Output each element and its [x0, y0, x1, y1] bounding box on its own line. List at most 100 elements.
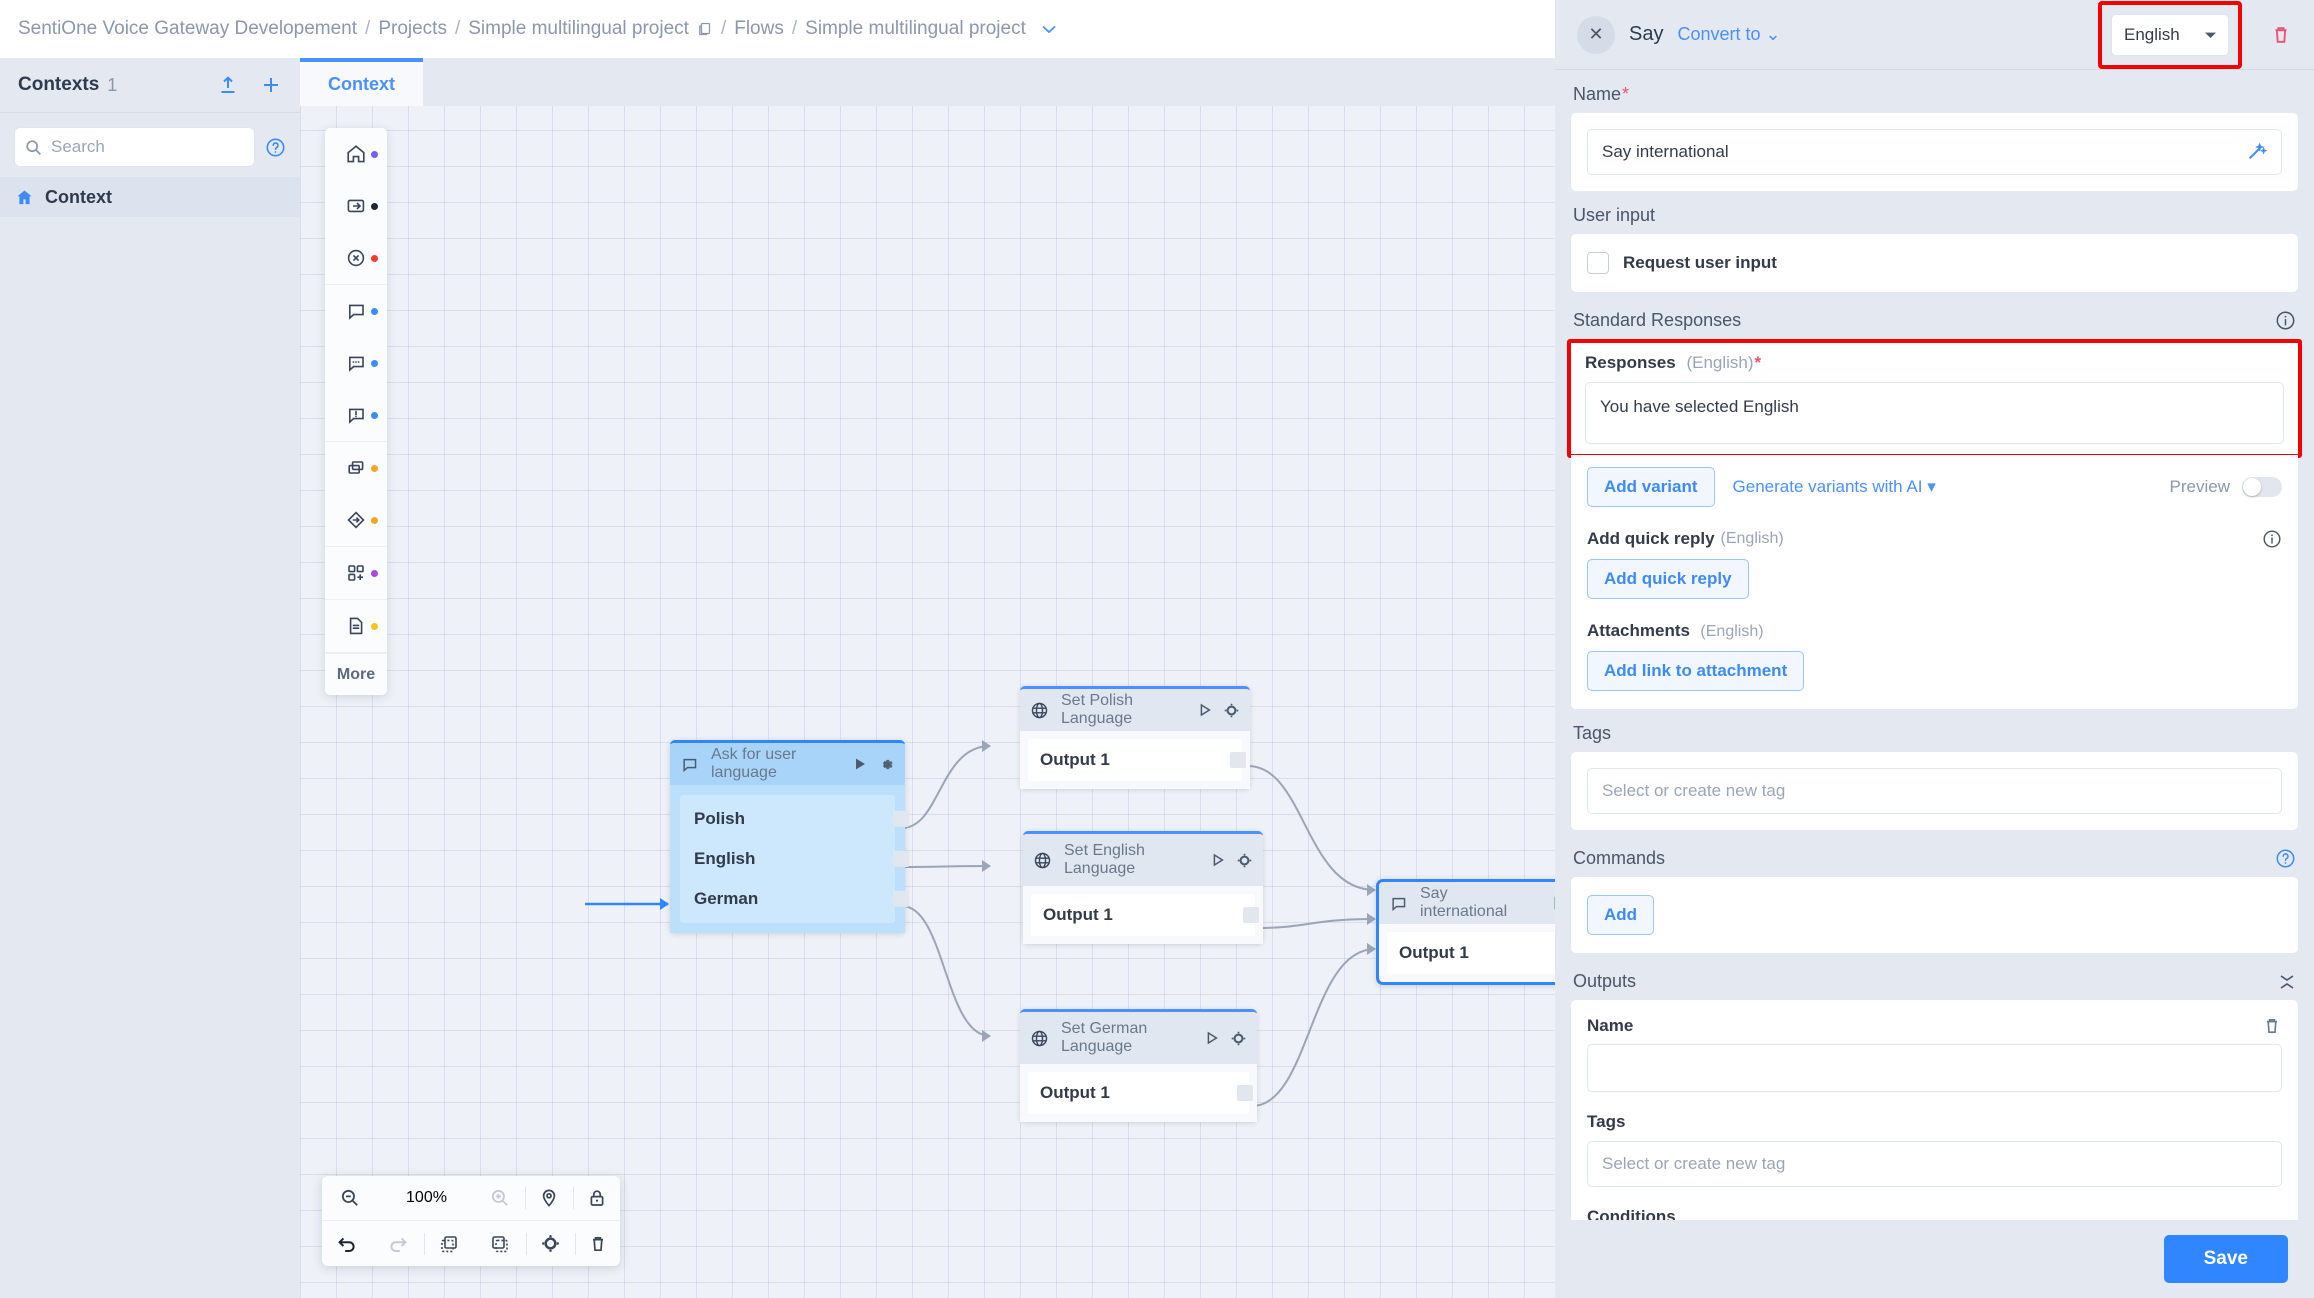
info-icon[interactable]: [2262, 529, 2282, 549]
save-button[interactable]: Save: [2163, 1235, 2288, 1283]
marquee-select-icon[interactable]: [473, 1233, 526, 1255]
info-icon[interactable]: [2275, 310, 2296, 331]
output-port[interactable]: [893, 811, 909, 827]
redo-icon[interactable]: [373, 1233, 424, 1255]
user-input-label: User input: [1573, 205, 1656, 225]
play-icon[interactable]: [1204, 1030, 1220, 1046]
flow-node-title: Say international: [1420, 884, 1508, 920]
palette-item-end[interactable]: [325, 232, 387, 284]
palette-item-module-plus[interactable]: [325, 547, 387, 599]
tags-input[interactable]: Select or create new tag: [1587, 768, 2282, 814]
output-name-input[interactable]: [1587, 1044, 2282, 1092]
flow-output-row[interactable]: German: [680, 879, 909, 919]
name-field[interactable]: Say international: [1587, 129, 2282, 175]
palette-item-document[interactable]: [325, 600, 387, 652]
flow-node-ask[interactable]: Ask for user language Polish English Ger…: [670, 740, 909, 933]
sidebar-item-context[interactable]: Context: [0, 177, 300, 217]
palette-item-home[interactable]: [325, 128, 387, 180]
output-port[interactable]: [1237, 1085, 1253, 1101]
flow-canvas[interactable]: Context More Ask for user language Polis…: [300, 58, 1555, 1298]
zoom-out-icon[interactable]: [322, 1188, 378, 1208]
palette-item-entry[interactable]: [325, 180, 387, 232]
output-tags-input[interactable]: Select or create new tag: [1587, 1141, 2282, 1187]
add-quick-reply-button[interactable]: Add quick reply: [1587, 559, 1749, 599]
canvas-area[interactable]: More Ask for user language Polish Englis…: [300, 106, 1555, 1298]
delete-node-icon[interactable]: [2270, 24, 2292, 46]
preview-toggle-knob: [2243, 478, 2261, 496]
responses-label: Responses: [1585, 353, 1676, 372]
add-link-attachment-button[interactable]: Add link to attachment: [1587, 651, 1805, 691]
gear-icon[interactable]: [878, 756, 895, 773]
zoom-in-icon[interactable]: [475, 1188, 525, 1208]
gear-icon[interactable]: [1223, 702, 1240, 719]
response-textarea[interactable]: You have selected English: [1585, 382, 2284, 444]
search-input[interactable]: [51, 137, 244, 157]
palette-item-message-alert[interactable]: [325, 389, 387, 441]
trash-icon[interactable]: [576, 1234, 620, 1254]
chevron-down-icon: [2205, 31, 2216, 39]
flow-output-row[interactable]: Polish: [680, 799, 909, 839]
chevron-collapse-icon[interactable]: [2278, 972, 2296, 992]
flow-node-say-international[interactable]: Say international Output 1: [1376, 879, 1555, 985]
flow-node-set-english[interactable]: Set English Language Output 1: [1023, 831, 1263, 944]
add-command-button[interactable]: Add: [1587, 895, 1655, 935]
flow-output-row[interactable]: English: [680, 839, 909, 879]
gear-icon[interactable]: [1230, 1030, 1247, 1047]
flow-output-row[interactable]: Output 1: [1031, 894, 1259, 936]
palette-item-diamond-arrow[interactable]: [325, 494, 387, 546]
breadcrumb-item-0[interactable]: SentiOne Voice Gateway Developement: [18, 18, 357, 40]
add-context-icon[interactable]: [260, 74, 282, 96]
palette-item-copy-stack[interactable]: [325, 442, 387, 494]
help-icon[interactable]: [265, 137, 286, 158]
play-icon[interactable]: [1210, 852, 1226, 868]
play-icon[interactable]: [852, 756, 868, 772]
language-select[interactable]: English: [2111, 13, 2229, 56]
lock-icon[interactable]: [574, 1188, 620, 1208]
add-variant-button[interactable]: Add variant: [1587, 467, 1715, 507]
flow-output-row[interactable]: Output 1: [1028, 1072, 1253, 1114]
flow-node-set-german[interactable]: Set German Language Output 1: [1020, 1009, 1257, 1122]
convert-to-label: Convert to: [1677, 24, 1761, 44]
tab-context[interactable]: Context: [300, 58, 423, 106]
canvas-toolbar[interactable]: 100%: [322, 1176, 620, 1266]
palette-dot: [371, 203, 378, 210]
breadcrumb-item-2[interactable]: Simple multilingual project: [468, 18, 689, 40]
upload-icon[interactable]: [218, 75, 238, 95]
preview-toggle[interactable]: [2242, 477, 2282, 497]
palette-item-message-dots[interactable]: [325, 337, 387, 389]
gear-icon[interactable]: [1236, 852, 1253, 869]
generate-variants-ai-button[interactable]: Generate variants with AI ▾: [1733, 477, 1936, 497]
request-user-input-checkbox[interactable]: [1587, 252, 1609, 274]
output-port[interactable]: [893, 851, 909, 867]
palette-group-flow: [325, 128, 387, 285]
chevron-down-icon[interactable]: [1040, 23, 1058, 35]
palette-item-message[interactable]: [325, 285, 387, 337]
request-user-input-row[interactable]: Request user input: [1587, 252, 2282, 274]
convert-to-button[interactable]: Convert to ⌄: [1677, 24, 1780, 45]
magic-wand-icon[interactable]: [2245, 141, 2267, 163]
help-icon[interactable]: [2275, 848, 2296, 869]
copy-icon[interactable]: [697, 21, 713, 37]
undo-icon[interactable]: [322, 1233, 373, 1255]
flow-output-row[interactable]: Output 1: [1387, 932, 1555, 974]
output-port[interactable]: [1230, 752, 1246, 768]
play-icon[interactable]: [1197, 702, 1213, 718]
contexts-title: Contexts: [18, 74, 100, 95]
inspector-body[interactable]: Name * Say international User input Reque…: [1555, 70, 2314, 1220]
breadcrumb-item-4[interactable]: Simple multilingual project: [805, 18, 1026, 40]
output-port[interactable]: [893, 891, 909, 907]
palette-more-button[interactable]: More: [325, 653, 387, 695]
flow-output-row[interactable]: Output 1: [1028, 739, 1246, 781]
gear-icon[interactable]: [527, 1233, 575, 1254]
breadcrumb-item-3[interactable]: Flows: [734, 18, 784, 40]
flow-node-set-polish[interactable]: Set Polish Language Output 1: [1020, 686, 1250, 789]
locate-pin-icon[interactable]: [526, 1188, 572, 1208]
delete-output-icon[interactable]: [2262, 1016, 2282, 1036]
breadcrumb-item-1[interactable]: Projects: [378, 18, 447, 40]
search-box[interactable]: [14, 127, 255, 167]
close-icon[interactable]: ✕: [1577, 15, 1615, 54]
output-port[interactable]: [1243, 907, 1259, 923]
node-palette[interactable]: More: [325, 128, 387, 695]
fit-to-node-icon[interactable]: [425, 1233, 473, 1255]
chevron-down-icon: ⌄: [1765, 24, 1781, 44]
